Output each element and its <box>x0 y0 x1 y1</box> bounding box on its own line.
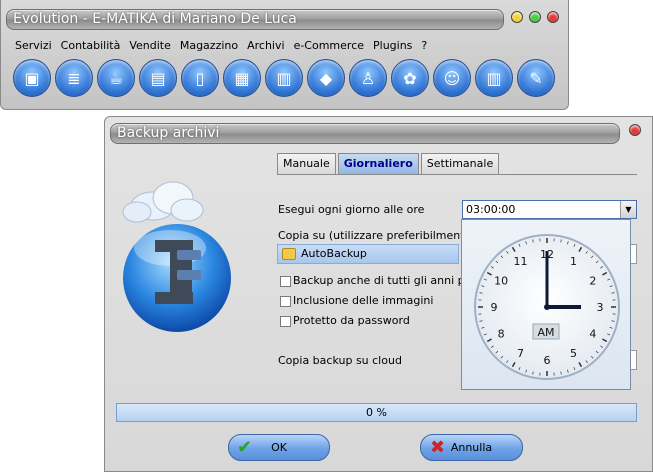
folder-name: AutoBackup <box>301 247 367 260</box>
clock-number: 4 <box>589 328 596 341</box>
time-value: 03:00:00 <box>466 203 516 216</box>
minimize-icon[interactable] <box>511 11 523 23</box>
time-combo[interactable]: 03:00:00 ▼ <box>462 200 637 219</box>
backup-clamp-icon <box>122 181 231 332</box>
cancel-button[interactable]: ✖ Annulla <box>420 434 523 461</box>
menu-item[interactable]: Contabilità <box>61 39 121 52</box>
checkbox-images[interactable] <box>280 296 291 307</box>
cross-icon: ✖ <box>430 437 446 458</box>
worker-icon[interactable]: ♙ <box>349 59 387 97</box>
tab-manuale[interactable]: Manuale <box>277 153 336 174</box>
menu-item[interactable]: Plugins <box>373 39 412 52</box>
checkbox-years-label: Backup anche di tutti gli anni prece <box>293 274 489 287</box>
dialog-title-bar: Backup archivi <box>110 123 620 144</box>
dialog-title: Backup archivi <box>117 125 220 141</box>
progress-text: 0 % <box>366 406 387 419</box>
ampm-indicator[interactable]: AM <box>537 326 554 339</box>
clock-number: 9 <box>491 301 498 314</box>
checkbox-years[interactable] <box>280 276 291 287</box>
clock-center <box>544 304 550 310</box>
clock-number: 3 <box>597 301 604 314</box>
main-title: Evolution - E-MATIKA di Mariano De Luca <box>13 11 297 27</box>
menu-item[interactable]: Magazzino <box>180 39 238 52</box>
backup-progress-bar: 0 % <box>116 403 637 422</box>
menu-item[interactable]: e-Commerce <box>294 39 364 52</box>
checkbox-password-label: Protetto da password <box>293 314 410 327</box>
menu-item[interactable]: Vendite <box>129 39 171 52</box>
folder-icon <box>282 248 296 260</box>
people-icon[interactable]: ☺ <box>433 59 471 97</box>
close-icon[interactable] <box>547 11 559 23</box>
daily-time-label: Esegui ogni giorno alle ore <box>278 203 425 216</box>
checkbox-images-label: Inclusione delle immagini <box>293 294 434 307</box>
chevron-down-icon[interactable]: ▼ <box>620 201 636 218</box>
books-icon[interactable]: ▤ <box>139 59 177 97</box>
shapes-icon[interactable]: ◆ <box>307 59 345 97</box>
main-title-bar: Evolution - E-MATIKA di Mariano De Luca <box>6 9 504 30</box>
clock-popup[interactable]: 121234567891011 AM <box>461 219 631 390</box>
dialog-close-icon[interactable] <box>629 124 641 136</box>
buildings-icon[interactable]: ▥ <box>475 59 513 97</box>
main-window: Evolution - E-MATIKA di Mariano De Luca … <box>0 0 569 110</box>
cup-icon[interactable]: ☕ <box>97 59 135 97</box>
checkbox-password[interactable] <box>280 316 291 327</box>
cancel-label: Annulla <box>450 441 493 454</box>
clock-number: 6 <box>544 354 551 367</box>
clock-number: 2 <box>589 275 596 288</box>
document-icon[interactable]: ▯ <box>181 59 219 97</box>
tab-giornaliero[interactable]: Giornaliero <box>337 153 419 174</box>
toolbar: ▣ ≣ ☕ ▤ ▯ ▦ ▥ ◆ ♙ ✿ ☺ ▥ ✎ <box>13 59 555 97</box>
wrench-icon[interactable]: ✎ <box>517 59 555 97</box>
disk-icon[interactable]: ▣ <box>13 59 51 97</box>
plant-icon[interactable]: ✿ <box>391 59 429 97</box>
cloud-label: Copia backup su cloud <box>278 354 402 367</box>
analog-clock[interactable]: 121234567891011 AM <box>462 220 632 391</box>
clock-number: 1 <box>570 255 577 268</box>
menu-item[interactable]: Archivi <box>247 39 284 52</box>
ok-button[interactable]: ✔ OK <box>228 434 330 461</box>
clock-number: 8 <box>498 328 505 341</box>
clock-number: 10 <box>494 275 508 288</box>
ok-label: OK <box>271 441 287 454</box>
checkmark-icon: ✔ <box>237 437 253 458</box>
tab-settimanale[interactable]: Settimanale <box>420 153 500 174</box>
menu-bar: Servizi Contabilità Vendite Magazzino Archiv… <box>15 39 436 52</box>
tab-bar: Manuale Giornaliero Settimanale <box>277 153 501 174</box>
database-icon[interactable]: ≣ <box>55 59 93 97</box>
menu-item[interactable]: Servizi <box>15 39 52 52</box>
copy-to-label: Copia su (utilizzare preferibilmente un <box>278 229 489 242</box>
clock-number: 5 <box>570 347 577 360</box>
clock-number: 7 <box>517 347 524 360</box>
folder-field[interactable]: AutoBackup <box>277 244 459 264</box>
maximize-icon[interactable] <box>529 11 541 23</box>
menu-item[interactable]: ? <box>421 39 427 52</box>
form-icon[interactable]: ▥ <box>265 59 303 97</box>
clock-number: 11 <box>514 255 528 268</box>
calendar-icon[interactable]: ▦ <box>223 59 261 97</box>
tab-divider <box>277 174 637 175</box>
